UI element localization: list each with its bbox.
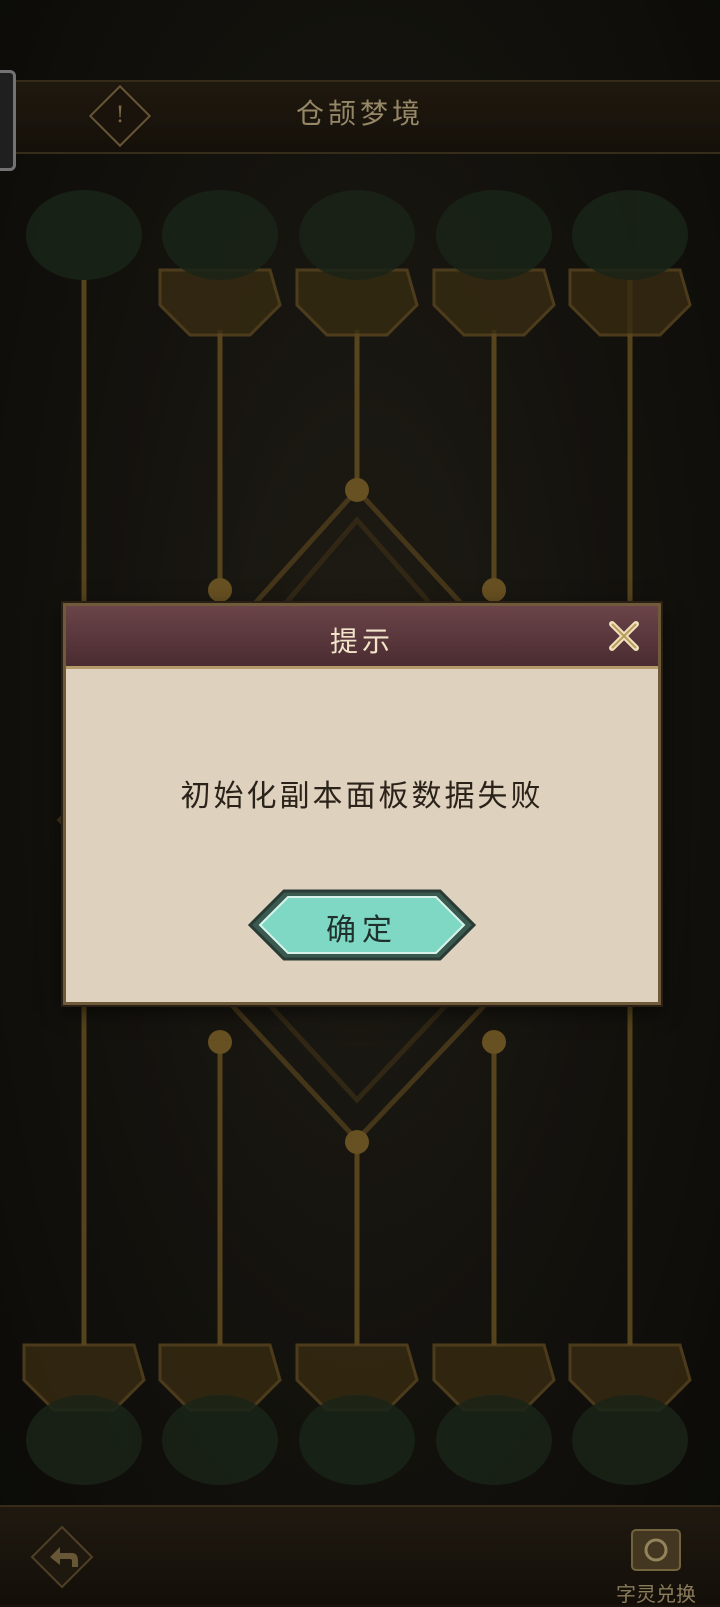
dialog-title: 提示 (329, 625, 394, 658)
close-icon (609, 621, 639, 651)
dialog-message: 初始化副本面板数据失败 (180, 779, 544, 814)
confirm-button[interactable]: 确定 (248, 889, 476, 961)
alert-dialog: 提示 初始化副本面板数据失败 确定 (63, 603, 661, 1005)
close-button[interactable] (602, 614, 646, 658)
confirm-label: 确定 (326, 913, 398, 948)
